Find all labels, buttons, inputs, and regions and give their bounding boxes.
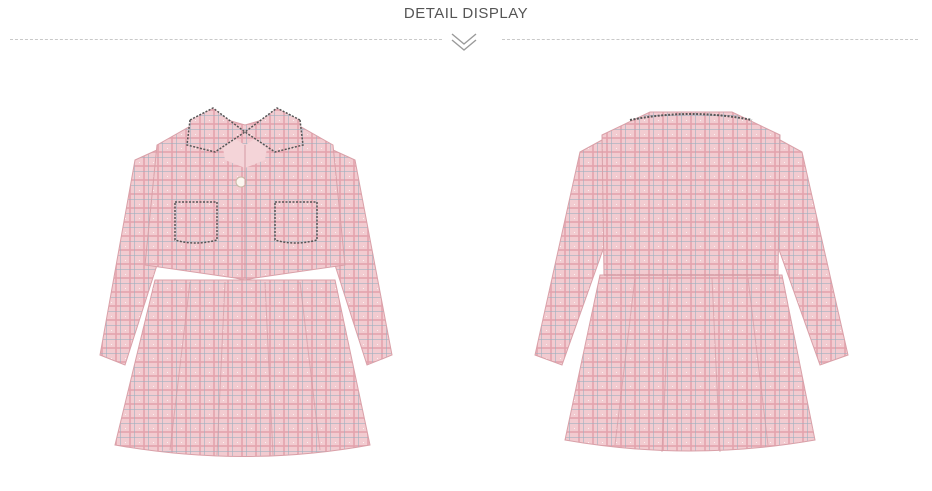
section-title: DETAIL DISPLAY [403, 5, 529, 22]
chevron-down-icon [451, 33, 477, 51]
section-header: DETAIL DISPLAY [0, 0, 932, 60]
divider-left [10, 39, 442, 40]
divider-right [502, 39, 918, 40]
product-image-front [99, 107, 393, 457]
product-image-back [534, 111, 849, 453]
